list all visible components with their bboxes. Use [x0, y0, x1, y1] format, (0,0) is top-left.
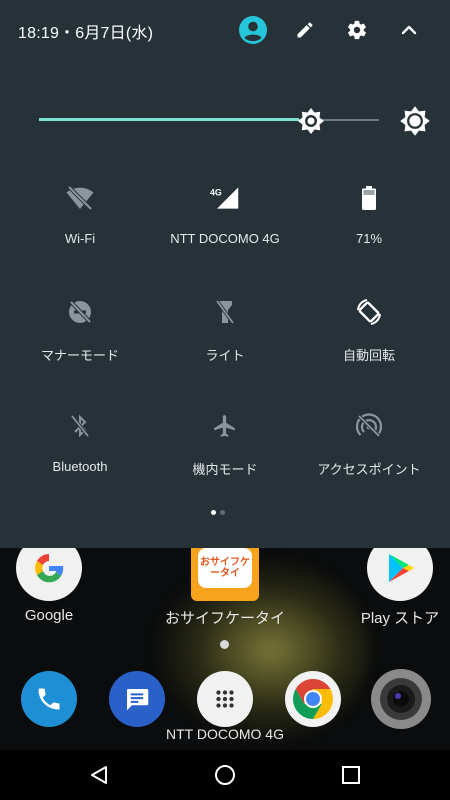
tile-manner-mode[interactable]: マナーモード: [5, 297, 155, 397]
signal-4g-icon: 4G: [210, 183, 240, 213]
user-profile-button[interactable]: [237, 14, 269, 46]
phone-icon: [38, 688, 60, 710]
recents-icon: [342, 766, 360, 784]
wifi-off-icon: [65, 183, 95, 213]
phone-app[interactable]: [21, 671, 77, 727]
chrome-app[interactable]: [285, 671, 341, 727]
brightness-slider[interactable]: [39, 106, 379, 136]
app-play-store[interactable]: Play ストア: [355, 535, 445, 628]
camera-app[interactable]: [371, 669, 431, 729]
brightness-auto-icon: [400, 106, 430, 136]
tile-label: 71%: [355, 231, 383, 246]
tile-label: 機内モード: [192, 462, 258, 477]
bluetooth-off-icon: [65, 411, 95, 441]
brightness-thumb[interactable]: [296, 106, 326, 136]
brightness-fill: [39, 118, 299, 121]
tile-label: ライト: [205, 348, 245, 363]
back-icon: [91, 766, 107, 784]
app-google[interactable]: Google: [15, 535, 83, 624]
tile-label: アクセスポイント: [317, 462, 421, 477]
navigation-bar: [0, 750, 450, 800]
quick-settings-header: 18:19・6月7日(水): [0, 0, 450, 60]
home-button[interactable]: [212, 762, 238, 788]
app-osaifu-keitai[interactable]: おサイフケータイ おサイフケータイ: [165, 535, 285, 628]
hotspot-off-icon: [354, 411, 384, 441]
back-button[interactable]: [86, 762, 112, 788]
home-page-indicator: [220, 640, 229, 649]
home-icon: [215, 765, 235, 785]
quick-settings-panel: 18:19・6月7日(水) Wi-Fi 4G NTT DOCOMO 4G 71%…: [0, 0, 450, 548]
svg-text:4G: 4G: [210, 187, 222, 197]
app-label: Play ストア: [360, 610, 440, 627]
message-icon: [127, 689, 149, 711]
tile-hotspot[interactable]: アクセスポイント: [294, 411, 444, 511]
tile-label: マナーモード: [40, 348, 119, 363]
tile-label: Wi-Fi: [64, 231, 96, 246]
auto-brightness-button[interactable]: [398, 104, 432, 138]
tile-label: NTT DOCOMO 4G: [170, 231, 280, 246]
chrome-icon: [293, 679, 333, 719]
carrier-label: NTT DOCOMO 4G: [166, 726, 284, 742]
app-label: Google: [24, 607, 74, 624]
tile-mobile-data[interactable]: 4G NTT DOCOMO 4G: [150, 183, 300, 283]
airplane-icon: [210, 411, 240, 441]
tile-flashlight[interactable]: ライト: [150, 297, 300, 397]
osaifu-keitai-logo: おサイフケータイ: [198, 548, 252, 588]
flashlight-off-icon: [210, 297, 240, 327]
tile-airplane-mode[interactable]: 機内モード: [150, 411, 300, 511]
account-circle-icon: [239, 16, 267, 44]
tile-battery[interactable]: 71%: [294, 183, 444, 283]
tile-auto-rotate[interactable]: 自動回転: [294, 297, 444, 397]
camera-icon: [380, 678, 422, 720]
auto-rotate-icon: [354, 297, 384, 327]
collapse-button[interactable]: [393, 14, 425, 46]
app-grid-icon: [216, 690, 234, 708]
chevron-up-icon: [401, 25, 417, 35]
tile-label: Bluetooth: [52, 459, 108, 474]
battery-icon: [354, 183, 384, 213]
page-dot: [220, 510, 225, 515]
tile-label: 自動回転: [342, 348, 395, 363]
settings-button[interactable]: [341, 14, 373, 46]
brightness-icon: [298, 108, 324, 134]
gear-icon: [348, 20, 366, 40]
tile-bluetooth[interactable]: Bluetooth: [5, 411, 155, 511]
tile-wifi[interactable]: Wi-Fi: [5, 183, 155, 283]
app-label: おサイフケータイ: [165, 610, 286, 627]
recents-button[interactable]: [338, 762, 364, 788]
edit-button[interactable]: [289, 14, 321, 46]
quick-settings-page-indicator: [211, 510, 225, 516]
page-dot-active: [211, 510, 216, 515]
do-not-disturb-off-icon: [65, 297, 95, 327]
messages-app[interactable]: [109, 671, 165, 727]
pencil-icon: [297, 22, 313, 38]
app-drawer-button[interactable]: [197, 671, 253, 727]
date-time: 18:19・6月7日(水): [18, 25, 154, 42]
